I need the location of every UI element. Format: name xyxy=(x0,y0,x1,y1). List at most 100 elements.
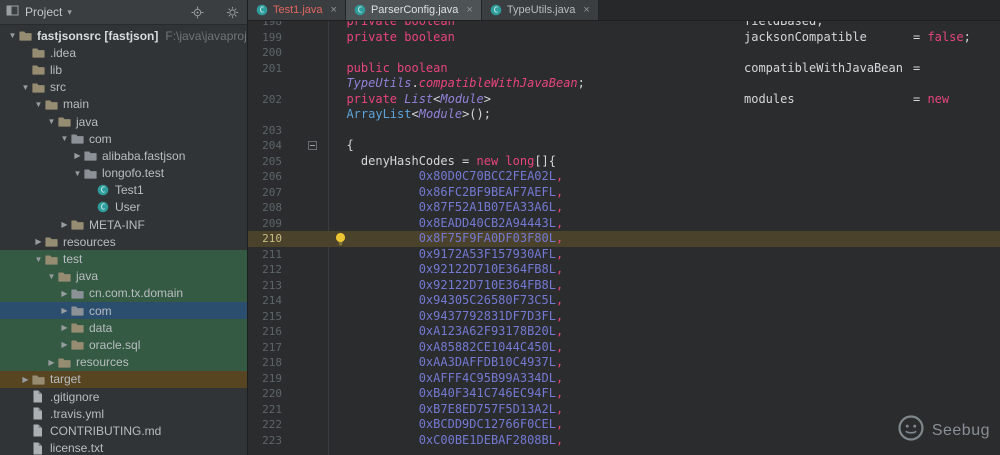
code-line-207[interactable]: 207 0x86FC2BF9BEAF7AEFL, xyxy=(248,185,1000,201)
line-number[interactable]: 198 xyxy=(248,21,282,30)
line-number[interactable]: 214 xyxy=(248,293,282,309)
tree-right-arrow-icon[interactable]: ▶ xyxy=(19,375,32,384)
code-text[interactable]: 0xAA3DAFFDB10C4937L, xyxy=(332,355,1000,371)
code-text[interactable]: private boolean jacksonCompatible = false; xyxy=(332,30,1000,46)
tree-down-arrow-icon[interactable]: ▼ xyxy=(6,31,19,40)
tree-item-java[interactable]: ▼ java xyxy=(0,267,247,285)
line-number[interactable] xyxy=(248,107,282,123)
tab-typeutils-java[interactable]: C TypeUtils.java × xyxy=(481,0,599,20)
line-number[interactable]: 223 xyxy=(248,433,282,449)
tree-down-arrow-icon[interactable]: ▼ xyxy=(45,117,58,126)
tree-item-alibaba-fastjson[interactable]: ▶ alibaba.fastjson xyxy=(0,147,247,164)
line-number[interactable]: 213 xyxy=(248,278,282,294)
tree-item-oracle-sql[interactable]: ▶ oracle.sql xyxy=(0,336,247,354)
line-number[interactable] xyxy=(248,76,282,92)
code-line-215[interactable]: 215 0x9437792831DF7D3FL, xyxy=(248,309,1000,325)
line-number[interactable]: 207 xyxy=(248,185,282,201)
close-icon[interactable]: × xyxy=(331,4,337,16)
tree-item-cn-com-tx-domain[interactable]: ▶ cn.com.tx.domain xyxy=(0,284,247,302)
code-text[interactable]: { xyxy=(332,138,1000,154)
tree-down-arrow-icon[interactable]: ▼ xyxy=(19,83,32,92)
code-line-wrap[interactable]: TypeUtils.compatibleWithJavaBean; xyxy=(248,76,1000,92)
code-text[interactable]: 0x92122D710E364FB8L, xyxy=(332,278,1000,294)
code-line-205[interactable]: 205 denyHashCodes = new long[]{ xyxy=(248,154,1000,170)
tree-right-arrow-icon[interactable]: ▶ xyxy=(58,323,71,332)
locate-icon[interactable] xyxy=(191,5,204,19)
tree-item-fastjsonsrc-fastjson[interactable]: ▼ fastjsonsrc [fastjson] F:\java\javaproje… xyxy=(0,27,247,44)
line-number[interactable]: 205 xyxy=(248,154,282,170)
line-number[interactable]: 222 xyxy=(248,417,282,433)
tree-right-arrow-icon[interactable]: ▶ xyxy=(58,220,71,229)
tree-right-arrow-icon[interactable]: ▶ xyxy=(45,358,58,367)
line-number[interactable]: 212 xyxy=(248,262,282,278)
line-number[interactable]: 217 xyxy=(248,340,282,356)
code-text[interactable]: public boolean compatibleWithJavaBean = xyxy=(332,61,1000,77)
code-line-212[interactable]: 212 0x92122D710E364FB8L, xyxy=(248,262,1000,278)
tree-item-test1[interactable]: C Test1 xyxy=(0,182,247,199)
code-text[interactable]: 0x8EADD40CB2A94443L, xyxy=(332,216,1000,232)
tree-item-data[interactable]: ▶ data xyxy=(0,319,247,337)
code-line-214[interactable]: 214 0x94305C26580F73C5L, xyxy=(248,293,1000,309)
code-line-200[interactable]: 200 xyxy=(248,45,1000,61)
tab-test1-java[interactable]: C Test1.java × xyxy=(248,0,346,20)
code-text[interactable]: private boolean fieldBased; xyxy=(332,21,1000,30)
tree-item-lib[interactable]: lib xyxy=(0,61,247,78)
line-number[interactable]: 211 xyxy=(248,247,282,263)
code-line-wrap[interactable]: ArrayList<Module>(); xyxy=(248,107,1000,123)
line-number[interactable]: 209 xyxy=(248,216,282,232)
code-line-220[interactable]: 220 0xB40F341C746EC94FL, xyxy=(248,386,1000,402)
tree-item-gitignore[interactable]: .gitignore xyxy=(0,388,247,405)
line-number[interactable]: 219 xyxy=(248,371,282,387)
tree-item-com[interactable]: ▼ com xyxy=(0,130,247,147)
code-text[interactable]: 0xAFFF4C95B99A334DL, xyxy=(332,371,1000,387)
tree-right-arrow-icon[interactable]: ▶ xyxy=(71,151,84,160)
code-text[interactable]: 0x9437792831DF7D3FL, xyxy=(332,309,1000,325)
code-line-198[interactable]: 198 private boolean fieldBased; xyxy=(248,21,1000,30)
code-line-211[interactable]: 211 0x9172A53F157930AFL, xyxy=(248,247,1000,263)
tree-item-license-txt[interactable]: license.txt xyxy=(0,440,247,455)
code-line-219[interactable]: 219 0xAFFF4C95B99A334DL, xyxy=(248,371,1000,387)
tree-right-arrow-icon[interactable]: ▶ xyxy=(32,237,45,246)
project-tool-window-icon[interactable] xyxy=(6,4,19,20)
code-text[interactable]: TypeUtils.compatibleWithJavaBean; xyxy=(332,76,1000,92)
tree-item-java[interactable]: ▼ java xyxy=(0,113,247,130)
line-number[interactable]: 221 xyxy=(248,402,282,418)
tree-item-contributing-md[interactable]: CONTRIBUTING.md xyxy=(0,422,247,439)
tree-down-arrow-icon[interactable]: ▼ xyxy=(32,100,45,109)
tree-item-resources[interactable]: ▶ resources xyxy=(0,353,247,371)
code-line-221[interactable]: 221 0xB7E8ED757F5D13A2L, xyxy=(248,402,1000,418)
tree-right-arrow-icon[interactable]: ▶ xyxy=(58,306,71,315)
code-line-206[interactable]: 206 0x80D0C70BCC2FEA02L, xyxy=(248,169,1000,185)
tree-right-arrow-icon[interactable]: ▶ xyxy=(58,289,71,298)
tree-item-longofo-test[interactable]: ▼ longofo.test xyxy=(0,165,247,182)
code-line-209[interactable]: 209 0x8EADD40CB2A94443L, xyxy=(248,216,1000,232)
line-number[interactable]: 215 xyxy=(248,309,282,325)
fold-marker-icon[interactable] xyxy=(308,141,317,150)
tree-item-test[interactable]: ▼ test xyxy=(0,250,247,268)
project-panel-title[interactable]: Project xyxy=(25,5,62,19)
tree-down-arrow-icon[interactable]: ▼ xyxy=(45,272,58,281)
code-line-218[interactable]: 218 0xAA3DAFFDB10C4937L, xyxy=(248,355,1000,371)
code-area[interactable]: 198 private boolean fieldBased; 199 privat… xyxy=(248,21,1000,455)
line-number[interactable]: 203 xyxy=(248,123,282,139)
tree-item-meta-inf[interactable]: ▶ META-INF xyxy=(0,216,247,233)
code-line-210[interactable]: 210 0x8F75F9FA0DF03F80L, xyxy=(248,231,1000,247)
code-line-213[interactable]: 213 0x92122D710E364FB8L, xyxy=(248,278,1000,294)
tree-down-arrow-icon[interactable]: ▼ xyxy=(58,134,71,143)
close-icon[interactable]: × xyxy=(583,4,589,16)
code-line-204[interactable]: 204 { xyxy=(248,138,1000,154)
code-text[interactable]: 0x94305C26580F73C5L, xyxy=(332,293,1000,309)
tree-item-user[interactable]: C User xyxy=(0,199,247,216)
chevron-down-icon[interactable]: ▾ xyxy=(67,7,72,18)
code-text[interactable]: 0x87F52A1B07EA33A6L, xyxy=(332,200,1000,216)
line-number[interactable]: 200 xyxy=(248,45,282,61)
code-line-199[interactable]: 199 private boolean jacksonCompatible = fa… xyxy=(248,30,1000,46)
code-line-216[interactable]: 216 0xA123A62F93178B20L, xyxy=(248,324,1000,340)
code-text[interactable] xyxy=(332,45,1000,61)
code-line-201[interactable]: 201 public boolean compatibleWithJavaBean… xyxy=(248,61,1000,77)
code-text[interactable]: 0xA123A62F93178B20L, xyxy=(332,324,1000,340)
line-number[interactable]: 218 xyxy=(248,355,282,371)
tree-down-arrow-icon[interactable]: ▼ xyxy=(32,255,45,264)
code-line-203[interactable]: 203 xyxy=(248,123,1000,139)
tree-item-travis-yml[interactable]: .travis.yml xyxy=(0,405,247,422)
